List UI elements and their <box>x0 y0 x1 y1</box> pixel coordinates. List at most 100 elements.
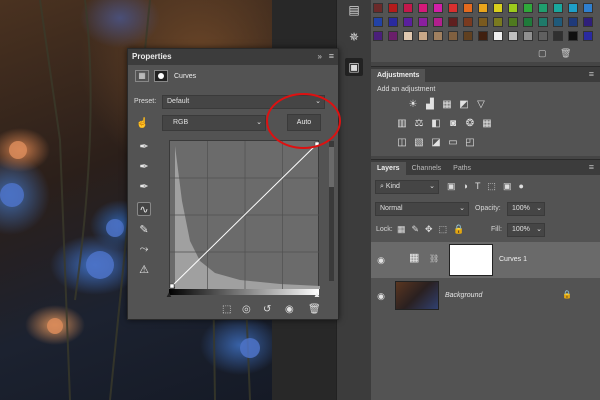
color-swatch[interactable] <box>583 17 593 27</box>
visibility-eye-icon[interactable]: ◉ <box>376 291 386 301</box>
color-swatch[interactable] <box>478 31 488 41</box>
color-swatch[interactable] <box>508 3 518 13</box>
reset-icon[interactable]: ↺ <box>263 304 271 315</box>
eyedropper-black-icon[interactable]: ✒ <box>137 140 151 154</box>
tab-layers[interactable]: Layers <box>371 162 406 175</box>
view-previous-icon[interactable]: ◎ <box>242 304 251 315</box>
color-swatch[interactable] <box>568 31 578 41</box>
link-icon[interactable]: ⛓ <box>429 254 439 263</box>
curves-adjustment-icon[interactable]: ▦ <box>135 70 149 82</box>
photo-filter-icon[interactable]: ◙ <box>447 118 459 129</box>
eyedropper-white-icon[interactable]: ✒ <box>137 180 151 194</box>
color-swatch[interactable] <box>463 31 473 41</box>
color-swatch[interactable] <box>373 3 383 13</box>
color-swatch[interactable] <box>463 17 473 27</box>
tab-adjustments[interactable]: Adjustments <box>371 69 426 82</box>
levels-icon[interactable]: ▟ <box>424 99 436 110</box>
opacity-input[interactable]: 100% ⌄ <box>507 202 545 216</box>
curves-icon[interactable]: ▦ <box>441 99 453 110</box>
gradient-map-icon[interactable]: ▭ <box>447 137 459 148</box>
threshold-icon[interactable]: ◪ <box>430 137 442 148</box>
channel-mixer-icon[interactable]: ❂ <box>464 118 476 129</box>
posterize-icon[interactable]: ▧ <box>413 137 425 148</box>
clip-to-layer-icon[interactable]: ⬚ <box>222 304 231 315</box>
scrollbar-thumb[interactable] <box>329 147 334 187</box>
color-swatch[interactable] <box>433 3 443 13</box>
curve-points-icon[interactable]: ∿ <box>137 202 151 216</box>
color-swatch[interactable] <box>523 17 533 27</box>
color-swatch[interactable] <box>553 31 563 41</box>
eyedropper-gray-icon[interactable]: ✒ <box>137 160 151 174</box>
filter-icons[interactable]: ▣◑T⬚▣● <box>447 181 531 192</box>
layer-row-curves[interactable]: ◉ ▦ ⛓ Curves 1 <box>371 242 600 278</box>
properties-titlebar[interactable]: Properties » ≡ <box>128 49 338 65</box>
color-swatch[interactable] <box>433 17 443 27</box>
panel-menu-icon[interactable]: ≡ <box>329 51 334 61</box>
color-swatch[interactable] <box>478 17 488 27</box>
vibrance-icon[interactable]: ▽ <box>475 99 487 110</box>
channel-select[interactable]: RGB ⌄ <box>162 115 266 131</box>
color-balance-icon[interactable]: ⚖ <box>413 118 425 129</box>
color-swatch[interactable] <box>538 31 548 41</box>
layer-row-background[interactable]: ◉ Background 🔒 <box>371 278 600 314</box>
collapse-icon[interactable]: » <box>318 52 322 61</box>
color-swatch[interactable] <box>418 3 428 13</box>
color-swatch[interactable] <box>388 3 398 13</box>
lock-icons[interactable]: ▦✎✥⬚🔒 <box>397 224 470 235</box>
color-swatch[interactable] <box>403 17 413 27</box>
black-white-icon[interactable]: ◧ <box>430 118 442 129</box>
scrollbar[interactable] <box>329 141 334 281</box>
layer-name[interactable]: Curves 1 <box>499 256 527 263</box>
color-swatch[interactable] <box>478 3 488 13</box>
curve-point-black[interactable] <box>169 283 175 289</box>
exposure-icon[interactable]: ◩ <box>458 99 470 110</box>
color-swatch[interactable] <box>463 3 473 13</box>
panel-menu-icon[interactable]: ≡ <box>589 69 594 79</box>
targeted-adjustment-icon[interactable]: ☝ <box>136 118 148 129</box>
color-swatch[interactable] <box>448 3 458 13</box>
color-lookup-icon[interactable]: ▦ <box>481 118 493 129</box>
clipping-warning-icon[interactable]: ⚠ <box>137 263 151 277</box>
color-swatch[interactable] <box>568 3 578 13</box>
properties-icon[interactable]: ▣ <box>345 58 363 76</box>
color-swatch[interactable] <box>523 3 533 13</box>
layer-name[interactable]: Background <box>445 292 482 299</box>
color-swatch[interactable] <box>538 17 548 27</box>
visibility-eye-icon[interactable]: ◉ <box>376 255 386 265</box>
tab-paths[interactable]: Paths <box>447 162 477 175</box>
mask-icon[interactable] <box>154 70 168 82</box>
color-swatch[interactable] <box>583 31 593 41</box>
fill-input[interactable]: 100% ⌄ <box>507 223 545 237</box>
trash-icon[interactable]: 🗑 <box>560 48 571 59</box>
color-swatch[interactable] <box>448 17 458 27</box>
color-swatch[interactable] <box>553 17 563 27</box>
color-swatch[interactable] <box>418 17 428 27</box>
curve-line[interactable] <box>170 143 318 288</box>
blend-mode-select[interactable]: Normal ⌄ <box>375 202 469 216</box>
selective-color-icon[interactable]: ◰ <box>464 137 476 148</box>
filter-kind-select[interactable]: ⌕ Kind ⌄ <box>375 180 439 194</box>
color-swatch[interactable] <box>493 3 503 13</box>
color-swatch[interactable] <box>373 31 383 41</box>
pencil-icon[interactable]: ✎ <box>137 223 151 237</box>
curves-graph[interactable] <box>169 140 320 289</box>
brightness-icon[interactable]: ☀ <box>407 99 419 110</box>
color-swatch[interactable] <box>538 3 548 13</box>
trash-icon[interactable]: 🗑 <box>308 304 321 315</box>
color-swatch[interactable] <box>583 3 593 13</box>
smooth-icon[interactable]: ⤳ <box>137 242 151 256</box>
color-swatch[interactable] <box>388 17 398 27</box>
panel-menu-icon[interactable]: ≡ <box>589 162 594 172</box>
visibility-eye-icon[interactable]: ◉ <box>285 304 294 315</box>
brush-settings-icon[interactable]: ✵ <box>345 28 363 46</box>
history-icon[interactable]: ▤ <box>345 1 363 19</box>
color-swatch[interactable] <box>403 31 413 41</box>
tab-channels[interactable]: Channels <box>406 162 448 175</box>
new-swatch-icon[interactable]: ▢ <box>538 48 547 59</box>
color-swatch[interactable] <box>553 3 563 13</box>
layer-mask-thumbnail[interactable] <box>449 244 493 276</box>
color-swatch[interactable] <box>373 17 383 27</box>
color-swatch[interactable] <box>493 31 503 41</box>
color-swatch[interactable] <box>568 17 578 27</box>
color-swatch[interactable] <box>388 31 398 41</box>
